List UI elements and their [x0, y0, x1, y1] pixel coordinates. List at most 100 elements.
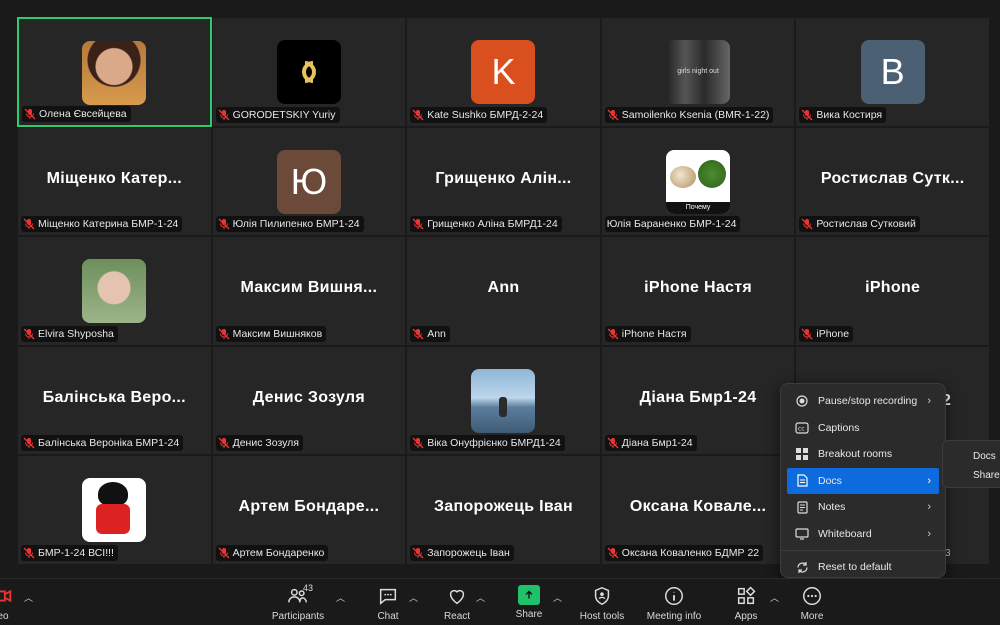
docs-submenu: Docs Share — [942, 440, 1000, 488]
chevron-right-icon: › — [927, 395, 931, 408]
participant-display-name: Ростислав Сутк... — [820, 169, 965, 187]
chevron-right-icon: › — [927, 527, 931, 540]
apps-caret[interactable]: ︿ — [770, 591, 779, 604]
participant-tile[interactable]: Запорожець Іван Запорожець Іван — [406, 455, 601, 565]
participant-tile[interactable]: Денис Зозуля Денис Зозуля — [211, 345, 407, 456]
menu-separator — [781, 550, 945, 551]
mic-muted-icon — [218, 218, 230, 230]
participant-name-label: Вика Костиря — [799, 106, 887, 123]
menu-item-reset-to-default[interactable]: Reset to default — [781, 554, 945, 581]
apps-icon — [737, 586, 756, 605]
menu-item-docs[interactable]: Docs › — [787, 467, 939, 494]
apps-label: Apps — [734, 611, 758, 622]
participant-name-label: iPhone — [799, 325, 854, 342]
participant-label-text: Грищенко Аліна БМРД1-24 — [427, 218, 558, 231]
react-caret[interactable]: ︿ — [476, 591, 485, 604]
participant-label-text: Артем Бондаренко — [232, 546, 325, 559]
participant-tile[interactable]: Оксана Ковале... Оксана Коваленко БДМР 22 — [600, 455, 796, 565]
menu-item-label: Reset to default — [818, 561, 892, 574]
participant-tile[interactable]: Балінська Веро... Балінська Вероніка БМР1… — [17, 345, 212, 456]
shield-icon — [594, 586, 610, 606]
host-tools-button[interactable]: Host tools — [569, 585, 635, 622]
participant-display-name: iPhone — [865, 279, 921, 297]
participant-tile[interactable]: Артем Бондаре... Артем Бондаренко — [211, 455, 407, 565]
mic-muted-icon — [218, 437, 230, 449]
host-tools-label: Host tools — [579, 611, 625, 622]
participant-tile[interactable]: Грищенко Алін... Грищенко Аліна БМРД1-24 — [406, 126, 601, 237]
submenu-item[interactable]: Docs — [973, 447, 1000, 466]
doc-icon — [795, 474, 809, 488]
participant-tile[interactable]: Максим Вишня... Максим Вишняков — [211, 236, 407, 346]
chat-caret[interactable]: ︿ — [409, 591, 418, 604]
participant-tile[interactable]: Почему Юлія Бараненко БМР-1-24 — [600, 126, 796, 237]
participant-tile[interactable]: Ann Ann — [406, 236, 601, 346]
participant-label-text: Kate Sushko БМРД-2-24 — [427, 108, 544, 121]
mic-muted-icon — [607, 547, 619, 559]
participant-tile[interactable]: БМР-1-24 ВСІ!!! — [17, 455, 212, 565]
avatar — [276, 40, 341, 104]
menu-item-whiteboard[interactable]: Whiteboard › — [781, 521, 945, 548]
participant-tile[interactable]: Міщенко Катер... Міщенко Катерина БМР-1-2… — [17, 126, 212, 237]
participant-tile[interactable]: iPhone iPhone — [795, 236, 990, 346]
participant-tile[interactable]: B Вика Костиря — [795, 17, 990, 127]
participant-tile[interactable]: Ростислав Сутк... Ростислав Сутковий — [795, 126, 990, 237]
more-button[interactable]: More — [779, 585, 845, 622]
avatar — [82, 259, 147, 324]
participant-name-label: Артем Бондаренко — [215, 544, 329, 561]
participant-display-name: Міщенко Катер... — [46, 169, 182, 187]
participant-label-text: Запорожець Іван — [427, 546, 510, 559]
participant-tile[interactable]: Олена Євсейцева — [17, 17, 212, 127]
participant-label-text: Ann — [427, 327, 446, 340]
participant-name-label: Олена Євсейцева — [22, 105, 131, 122]
participants-caret[interactable]: ︿ — [336, 591, 345, 604]
mic-muted-icon — [23, 328, 35, 340]
participant-tile[interactable]: iPhone Настя iPhone Настя — [600, 236, 796, 346]
menu-item-pause-stop-recording[interactable]: Pause/stop recording › — [781, 388, 945, 415]
participant-tile[interactable]: GORODETSKIY Yuriy — [211, 17, 407, 127]
participant-tile[interactable]: Діана Бмр1-24 Діана Бмр1-24 — [600, 345, 796, 456]
participant-label-text: Діана Бмр1-24 — [621, 437, 693, 450]
participant-label-text: Elvira Shyposha — [38, 327, 114, 340]
share-caret[interactable]: ︿ — [553, 591, 562, 604]
menu-item-label: Whiteboard — [818, 527, 872, 540]
participant-label-text: Максим Вишняков — [232, 327, 323, 340]
participant-label-text: GORODETSKIY Yuriy — [232, 108, 336, 121]
participant-tile[interactable]: Ю Юлія Пилипенко БМР1-24 — [211, 126, 407, 237]
whiteboard-icon — [795, 527, 809, 541]
chevron-right-icon: › — [927, 474, 931, 487]
menu-item-notes[interactable]: Notes › — [781, 494, 945, 521]
mic-muted-icon — [607, 109, 619, 121]
participant-name-label: iPhone Настя — [604, 325, 691, 342]
avatar: K — [471, 40, 536, 104]
avatar — [82, 41, 147, 105]
mic-muted-icon — [218, 547, 230, 559]
participant-tile[interactable]: Віка Онуфрієнко БМРД1-24 — [406, 345, 601, 456]
menu-item-breakout-rooms[interactable]: Breakout rooms — [781, 441, 945, 468]
meeting-info-label: Meeting info — [646, 611, 702, 622]
menu-item-captions[interactable]: cc Captions — [781, 415, 945, 442]
participants-button[interactable]: 43 Participants — [265, 583, 331, 622]
participant-tile[interactable]: K Kate Sushko БМРД-2-24 — [406, 17, 601, 127]
participant-display-name: Ann — [487, 279, 520, 297]
participant-name-label: Samoilenko Ksenia (BMR-1-22) — [604, 106, 774, 123]
participant-name-label: Elvira Shyposha — [21, 325, 118, 342]
participant-name-label: БМР-1-24 ВСІ!!! — [21, 544, 118, 561]
record-icon — [795, 394, 809, 408]
participant-name-label: Грищенко Аліна БМРД1-24 — [410, 216, 562, 233]
avatar — [82, 478, 147, 543]
mic-muted-icon — [607, 437, 619, 449]
participant-tile[interactable]: girls night out Samoilenko Ksenia (BMR-1-… — [600, 17, 796, 127]
participant-name-label: Ann — [410, 325, 450, 342]
participant-label-text: Ростислав Сутковий — [816, 218, 916, 231]
participant-name-label: Запорожець Іван — [410, 544, 514, 561]
mic-muted-icon — [23, 437, 35, 449]
participant-tile[interactable]: Elvira Shyposha — [17, 236, 212, 346]
participant-name-label: Ростислав Сутковий — [799, 216, 920, 233]
participant-display-name: Запорожець Іван — [433, 498, 573, 516]
menu-item-label: Captions — [818, 421, 860, 434]
video-options-caret[interactable]: ︿ — [24, 591, 33, 604]
share-screen-icon — [518, 585, 540, 605]
meeting-info-button[interactable]: Meeting info — [641, 585, 707, 622]
submenu-item[interactable]: Share — [973, 466, 1000, 485]
mic-muted-icon — [412, 437, 424, 449]
